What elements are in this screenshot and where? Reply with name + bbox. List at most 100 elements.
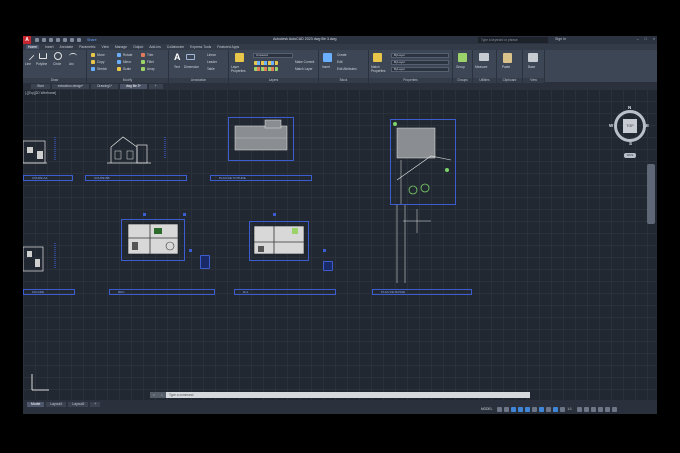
- scale-icon[interactable]: [117, 67, 121, 71]
- layout-tab-layout2[interactable]: Layout2: [68, 402, 89, 407]
- grip-handle[interactable]: [143, 213, 146, 216]
- add-layout-button[interactable]: +: [90, 402, 101, 407]
- text-icon[interactable]: A: [174, 53, 182, 62]
- match-layer-button[interactable]: Match Layer: [295, 67, 313, 71]
- layer-dropdown[interactable]: Unsaved: [253, 53, 293, 58]
- array-icon[interactable]: [141, 67, 145, 71]
- maximize-icon[interactable]: □: [645, 37, 647, 41]
- compass-east[interactable]: E: [646, 123, 649, 128]
- sheet-site-plan[interactable]: [390, 119, 456, 205]
- arc-icon[interactable]: [69, 53, 77, 59]
- create-block-button[interactable]: Create: [337, 53, 347, 57]
- layout-tab-model[interactable]: Model: [27, 402, 45, 407]
- edit-block-button[interactable]: Edit: [337, 60, 343, 64]
- grid-icon[interactable]: [497, 407, 503, 412]
- command-close-icon[interactable]: ×: [150, 392, 158, 398]
- grip-handle[interactable]: [183, 213, 186, 216]
- insert-icon[interactable]: [323, 53, 332, 62]
- viewport-controls[interactable]: [-][Top][2D Wireframe]: [25, 91, 56, 95]
- grip-handle[interactable]: [273, 213, 276, 216]
- match-properties-icon[interactable]: [373, 53, 382, 62]
- compass-west[interactable]: W: [609, 123, 613, 128]
- dimension-button[interactable]: Dimension: [184, 65, 199, 69]
- array-button[interactable]: Array: [147, 67, 155, 71]
- mirror-icon[interactable]: [117, 60, 121, 64]
- polyline-button[interactable]: Polyline: [36, 62, 47, 66]
- wcs-menu[interactable]: WCS: [624, 153, 636, 158]
- annotation-visibility-icon[interactable]: [560, 407, 566, 412]
- tab-manage[interactable]: Manage: [115, 45, 127, 49]
- search-input[interactable]: Type a keyword or phrase: [478, 37, 548, 43]
- save-as-icon[interactable]: [56, 38, 60, 42]
- tab-express-tools[interactable]: Express Tools: [190, 45, 211, 49]
- scale-button[interactable]: Scale: [123, 67, 131, 71]
- doc-tab-drawing1[interactable]: Drawing1*: [91, 83, 118, 89]
- tab-collaborate[interactable]: Collaborate: [167, 45, 184, 49]
- paste-button[interactable]: Paste: [502, 65, 510, 69]
- viewcube-top-face[interactable]: TOP: [623, 119, 637, 133]
- otrack-icon[interactable]: [532, 407, 538, 412]
- transparency-icon[interactable]: [546, 407, 552, 412]
- edit-attributes-button[interactable]: Edit Attributes: [337, 67, 357, 71]
- tab-insert[interactable]: Insert: [45, 45, 53, 49]
- tab-parametric[interactable]: Parametric: [79, 45, 95, 49]
- sheet-first-floor[interactable]: [249, 221, 309, 261]
- new-tab-button[interactable]: +: [148, 83, 163, 89]
- autocad-logo-icon[interactable]: A: [23, 36, 31, 44]
- gear-icon[interactable]: [576, 407, 582, 412]
- share-button[interactable]: Share: [87, 38, 97, 42]
- group-button[interactable]: Group: [456, 65, 465, 69]
- model-space-toggle[interactable]: MODEL: [481, 407, 492, 412]
- sheet-ground-floor[interactable]: [121, 219, 185, 261]
- tab-featured-apps[interactable]: Featured Apps: [217, 45, 239, 49]
- open-icon[interactable]: [42, 38, 46, 42]
- tab-add-ins[interactable]: Add-ins: [149, 45, 161, 49]
- drawing-canvas[interactable]: [-][Top][2D Wireframe] COUPE AA COUPE BB…: [23, 89, 657, 400]
- layer-properties-icon[interactable]: [235, 53, 244, 62]
- group-icon[interactable]: [458, 53, 467, 62]
- redo-icon[interactable]: [77, 38, 81, 42]
- make-current-button[interactable]: Make Current: [295, 60, 314, 64]
- mirror-button[interactable]: Mirror: [123, 60, 131, 64]
- compass-south[interactable]: S: [629, 141, 632, 146]
- match-properties-button[interactable]: Match Properties: [371, 65, 389, 73]
- text-button[interactable]: Text: [174, 65, 180, 69]
- fillet-button[interactable]: Fillet: [147, 60, 154, 64]
- compass-north[interactable]: N: [628, 105, 631, 110]
- linear-button[interactable]: Linear: [207, 53, 216, 57]
- stretch-icon[interactable]: [91, 67, 95, 71]
- linetype-dropdown[interactable]: ByLayer: [391, 60, 449, 65]
- annotation-scale[interactable]: 1:1: [567, 407, 571, 412]
- isolate-icon[interactable]: [590, 407, 596, 412]
- line-icon[interactable]: [24, 50, 35, 61]
- trim-button[interactable]: Trim: [147, 53, 153, 57]
- polar-icon[interactable]: [518, 407, 524, 412]
- arc-button[interactable]: Arc: [69, 62, 74, 66]
- snap-icon[interactable]: [504, 407, 510, 412]
- command-input[interactable]: Type a command: [166, 393, 193, 397]
- lineweight-dropdown[interactable]: ByLayer: [391, 67, 449, 72]
- insert-button[interactable]: Insert: [322, 65, 330, 69]
- move-button[interactable]: Move: [97, 53, 105, 57]
- table-button[interactable]: Table: [207, 67, 215, 71]
- rotate-icon[interactable]: [117, 53, 121, 57]
- sheet-roof-plan[interactable]: [228, 117, 294, 161]
- tab-annotate[interactable]: Annotate: [60, 45, 74, 49]
- doc-tab-extraction[interactable]: extraction-design*: [51, 83, 90, 89]
- paste-icon[interactable]: [503, 53, 512, 63]
- doc-tab-dwg-file-3[interactable]: dwg file 3*: [119, 83, 147, 89]
- layer-properties-button[interactable]: Layer Properties: [231, 65, 251, 73]
- new-icon[interactable]: [35, 38, 39, 42]
- circle-icon[interactable]: [54, 52, 62, 60]
- tab-home[interactable]: Home: [26, 45, 40, 49]
- save-icon[interactable]: [49, 38, 53, 42]
- ortho-icon[interactable]: [511, 407, 517, 412]
- undo-icon[interactable]: [70, 38, 74, 42]
- base-button[interactable]: Base: [528, 65, 535, 69]
- close-icon[interactable]: ×: [653, 37, 655, 41]
- measure-button[interactable]: Measure: [475, 65, 487, 69]
- sign-in-button[interactable]: Sign In: [555, 37, 566, 41]
- polyline-icon[interactable]: [39, 53, 47, 59]
- dimension-icon[interactable]: [186, 54, 195, 60]
- plot-icon[interactable]: [63, 38, 67, 42]
